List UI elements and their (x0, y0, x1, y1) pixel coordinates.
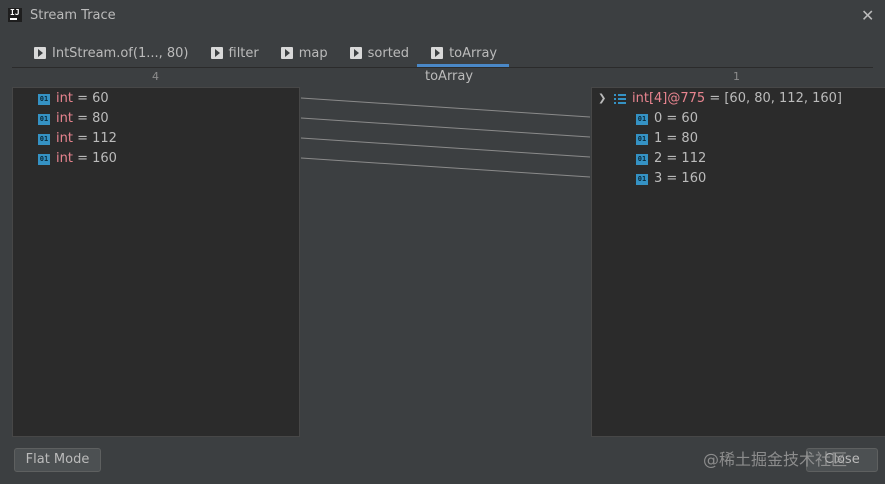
value-separator: = (72, 111, 93, 126)
primitive-icon: 01 (38, 113, 50, 125)
mapping-line (300, 157, 591, 178)
play-arrow-icon (349, 47, 362, 59)
tab-toarray[interactable]: toArray (417, 40, 510, 67)
primitive-icon: 01 (38, 93, 50, 105)
value-text: 80 (92, 111, 109, 126)
tab-map[interactable]: map (277, 40, 332, 66)
primitive-icon: 01 (38, 133, 50, 145)
left-values-panel[interactable]: 01 int = 60 01 int = 80 01 int = 112 01 … (12, 87, 300, 437)
play-arrow-icon (280, 47, 293, 59)
value-separator: = (72, 151, 93, 166)
value-text: 160 (92, 151, 117, 166)
value-separator: = (72, 131, 93, 146)
tab-intstream-of[interactable]: IntStream.of(1..., 80) (30, 40, 193, 66)
intellij-app-icon: IJ (8, 8, 22, 22)
element-text: 3 = 160 (654, 171, 707, 186)
tree-child-row[interactable]: 01 2 = 112 (636, 149, 706, 169)
tab-label: filter (228, 45, 259, 61)
flat-mode-button[interactable]: Flat Mode (14, 448, 101, 472)
array-value: = [60, 80, 112, 160] (705, 91, 842, 106)
title-bar: IJ Stream Trace ✕ (0, 0, 885, 32)
value-separator: = (72, 91, 93, 106)
mapping-line (300, 117, 591, 138)
value-type: int (56, 151, 73, 166)
list-item[interactable]: 01 int = 112 (38, 129, 117, 149)
stage-tabs: IntStream.of(1..., 80) filter map sorted… (30, 40, 515, 67)
tree-child-row[interactable]: 01 3 = 160 (636, 169, 706, 189)
right-result-panel[interactable]: ❯ int[4]@775 = [60, 80, 112, 160] 01 0 =… (591, 87, 885, 437)
primitive-icon: 01 (636, 153, 648, 165)
tab-label: toArray (449, 45, 498, 61)
middle-column-title: toArray (425, 69, 474, 84)
close-button[interactable]: Close (806, 448, 878, 472)
play-arrow-icon (210, 47, 223, 59)
list-item[interactable]: 01 int = 80 (38, 109, 109, 129)
list-item[interactable]: 01 int = 60 (38, 89, 109, 109)
array-icon (614, 93, 626, 104)
value-text: 112 (92, 131, 117, 146)
tab-sorted[interactable]: sorted (346, 40, 413, 66)
element-text: 0 = 60 (654, 111, 698, 126)
chevron-down-icon[interactable]: ❯ (598, 89, 608, 109)
element-text: 1 = 80 (654, 131, 698, 146)
primitive-icon: 01 (636, 173, 648, 185)
array-name: int[4]@775 (632, 91, 706, 106)
primitive-icon: 01 (38, 153, 50, 165)
window-title: Stream Trace (30, 8, 116, 23)
value-mapping-lines (300, 97, 591, 178)
value-type: int (56, 91, 73, 106)
primitive-icon: 01 (636, 133, 648, 145)
primitive-icon: 01 (636, 113, 648, 125)
close-icon[interactable]: ✕ (861, 6, 874, 25)
list-item[interactable]: 01 int = 160 (38, 149, 117, 169)
mapping-line (300, 97, 591, 118)
tree-child-row[interactable]: 01 1 = 80 (636, 129, 698, 149)
tab-label: sorted (367, 45, 410, 61)
mapping-line (300, 137, 591, 158)
right-column-count: 1 (733, 70, 740, 83)
value-type: int (56, 111, 73, 126)
tab-label: map (298, 45, 328, 61)
tab-label: IntStream.of(1..., 80) (52, 45, 189, 61)
play-arrow-icon (431, 47, 444, 59)
tab-divider (12, 67, 873, 68)
tree-root-row[interactable]: ❯ int[4]@775 = [60, 80, 112, 160] (598, 89, 842, 109)
play-arrow-icon (34, 47, 46, 59)
value-text: 60 (92, 91, 109, 106)
tree-child-row[interactable]: 01 0 = 60 (636, 109, 698, 129)
left-column-count: 4 (152, 70, 159, 83)
element-text: 2 = 112 (654, 151, 707, 166)
tab-filter[interactable]: filter (207, 40, 263, 66)
value-type: int (56, 131, 73, 146)
dialog-footer: Flat Mode Close (0, 437, 885, 484)
